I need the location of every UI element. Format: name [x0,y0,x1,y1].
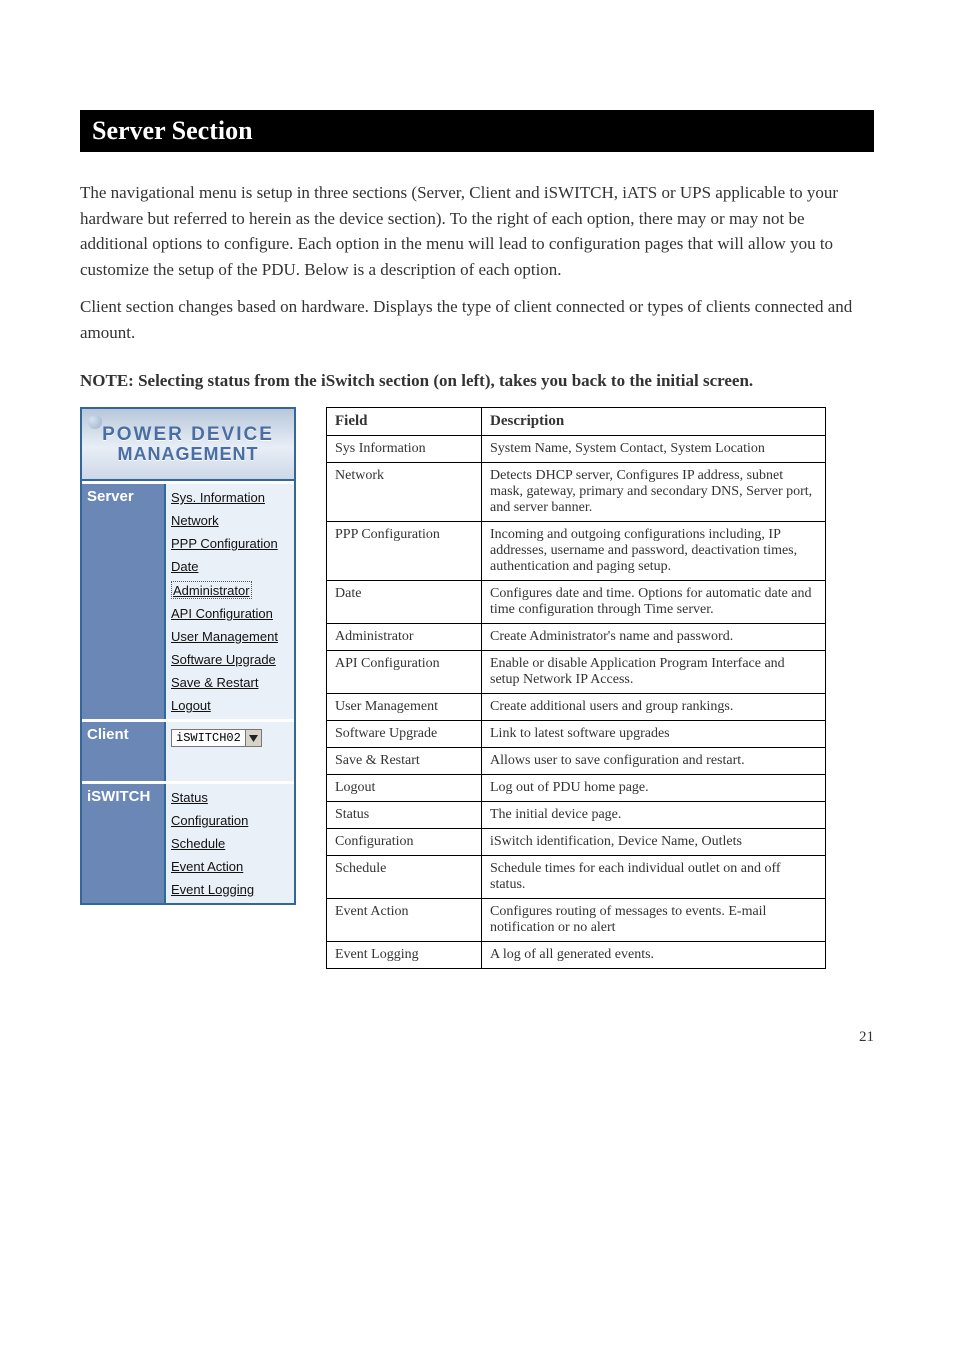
section-heading: Server Section [80,110,874,152]
sidebar-panel: POWER DEVICE MANAGEMENT Server Sys. Info… [80,407,296,905]
panel-banner: POWER DEVICE MANAGEMENT [82,409,294,481]
client-select[interactable]: iSWITCH02 [171,729,262,747]
nav-event-action[interactable]: Event Action [166,855,294,878]
cell-description: System Name, System Contact, System Loca… [482,436,826,463]
table-row: Software UpgradeLink to latest software … [327,721,826,748]
nav-api-configuration[interactable]: API Configuration [166,602,294,625]
cell-description: Allows user to save configuration and re… [482,748,826,775]
server-section-label: Server [82,484,166,719]
cell-field: Configuration [327,829,482,856]
cell-field: Administrator [327,624,482,651]
nav-user-management[interactable]: User Management [166,625,294,648]
client-section-label: Client [82,722,166,781]
cell-field: Date [327,581,482,624]
nav-event-logging[interactable]: Event Logging [166,878,294,901]
table-row: User ManagementCreate additional users a… [327,694,826,721]
cell-description: Configures date and time. Options for au… [482,581,826,624]
cell-description: Create Administrator's name and password… [482,624,826,651]
cell-field: Schedule [327,856,482,899]
nav-date[interactable]: Date [166,555,294,578]
th-field: Field [327,408,482,436]
nav-network[interactable]: Network [166,509,294,532]
iswitch-link-list: Status Configuration Schedule Event Acti… [166,786,294,901]
cell-description: Log out of PDU home page. [482,775,826,802]
note-text: NOTE: Selecting status from the iSwitch … [80,371,874,391]
table-row: Save & RestartAllows user to save config… [327,748,826,775]
cell-field: Software Upgrade [327,721,482,748]
iswitch-section-label: iSWITCH [82,784,166,903]
nav-logout[interactable]: Logout [166,694,294,717]
cell-field: Network [327,463,482,522]
table-row: Sys InformationSystem Name, System Conta… [327,436,826,463]
nav-schedule[interactable]: Schedule [166,832,294,855]
cell-field: API Configuration [327,651,482,694]
table-row: StatusThe initial device page. [327,802,826,829]
cell-field: PPP Configuration [327,522,482,581]
intro-text: The navigational menu is setup in three … [80,180,874,345]
cell-description: Link to latest software upgrades [482,721,826,748]
cell-field: Event Action [327,899,482,942]
nav-status[interactable]: Status [166,786,294,809]
nav-save-restart[interactable]: Save & Restart [166,671,294,694]
nav-configuration[interactable]: Configuration [166,809,294,832]
cell-description: The initial device page. [482,802,826,829]
banner-title-line2: MANAGEMENT [118,444,259,465]
cell-description: Schedule times for each individual outle… [482,856,826,899]
table-row: ConfigurationiSwitch identification, Dev… [327,829,826,856]
page-number: 21 [0,1029,954,1076]
cell-field: Sys Information [327,436,482,463]
field-description-table: Field Description Sys InformationSystem … [326,407,826,969]
cell-field: Save & Restart [327,748,482,775]
cell-field: Logout [327,775,482,802]
cell-field: User Management [327,694,482,721]
nav-administrator[interactable]: Administrator [171,581,252,599]
intro-paragraph-1: The navigational menu is setup in three … [80,180,874,282]
dropdown-caret-icon [245,730,261,746]
server-section: Server Sys. Information Network PPP Conf… [82,481,294,719]
cell-description: Enable or disable Application Program In… [482,651,826,694]
cell-description: iSwitch identification, Device Name, Out… [482,829,826,856]
table-row: LogoutLog out of PDU home page. [327,775,826,802]
iswitch-section: iSWITCH Status Configuration Schedule Ev… [82,781,294,903]
table-row: API ConfigurationEnable or disable Appli… [327,651,826,694]
table-row: PPP ConfigurationIncoming and outgoing c… [327,522,826,581]
client-select-value: iSWITCH02 [172,730,245,746]
intro-paragraph-2: Client section changes based on hardware… [80,294,874,345]
cell-description: Detects DHCP server, Configures IP addre… [482,463,826,522]
cell-field: Event Logging [327,942,482,969]
table-row: ScheduleSchedule times for each individu… [327,856,826,899]
banner-title-line1: POWER DEVICE [102,424,274,446]
cell-description: Configures routing of messages to events… [482,899,826,942]
nav-ppp-configuration[interactable]: PPP Configuration [166,532,294,555]
nav-sys-information[interactable]: Sys. Information [166,486,294,509]
server-link-list: Sys. Information Network PPP Configurati… [166,486,294,717]
cell-description: Create additional users and group rankin… [482,694,826,721]
table-row: AdministratorCreate Administrator's name… [327,624,826,651]
table-row: Event LoggingA log of all generated even… [327,942,826,969]
cell-description: Incoming and outgoing configurations inc… [482,522,826,581]
table-row: Event ActionConfigures routing of messag… [327,899,826,942]
client-section: Client iSWITCH02 [82,719,294,781]
table-row: NetworkDetects DHCP server, Configures I… [327,463,826,522]
nav-software-upgrade[interactable]: Software Upgrade [166,648,294,671]
table-row: DateConfigures date and time. Options fo… [327,581,826,624]
cell-description: A log of all generated events. [482,942,826,969]
cell-field: Status [327,802,482,829]
th-description: Description [482,408,826,436]
